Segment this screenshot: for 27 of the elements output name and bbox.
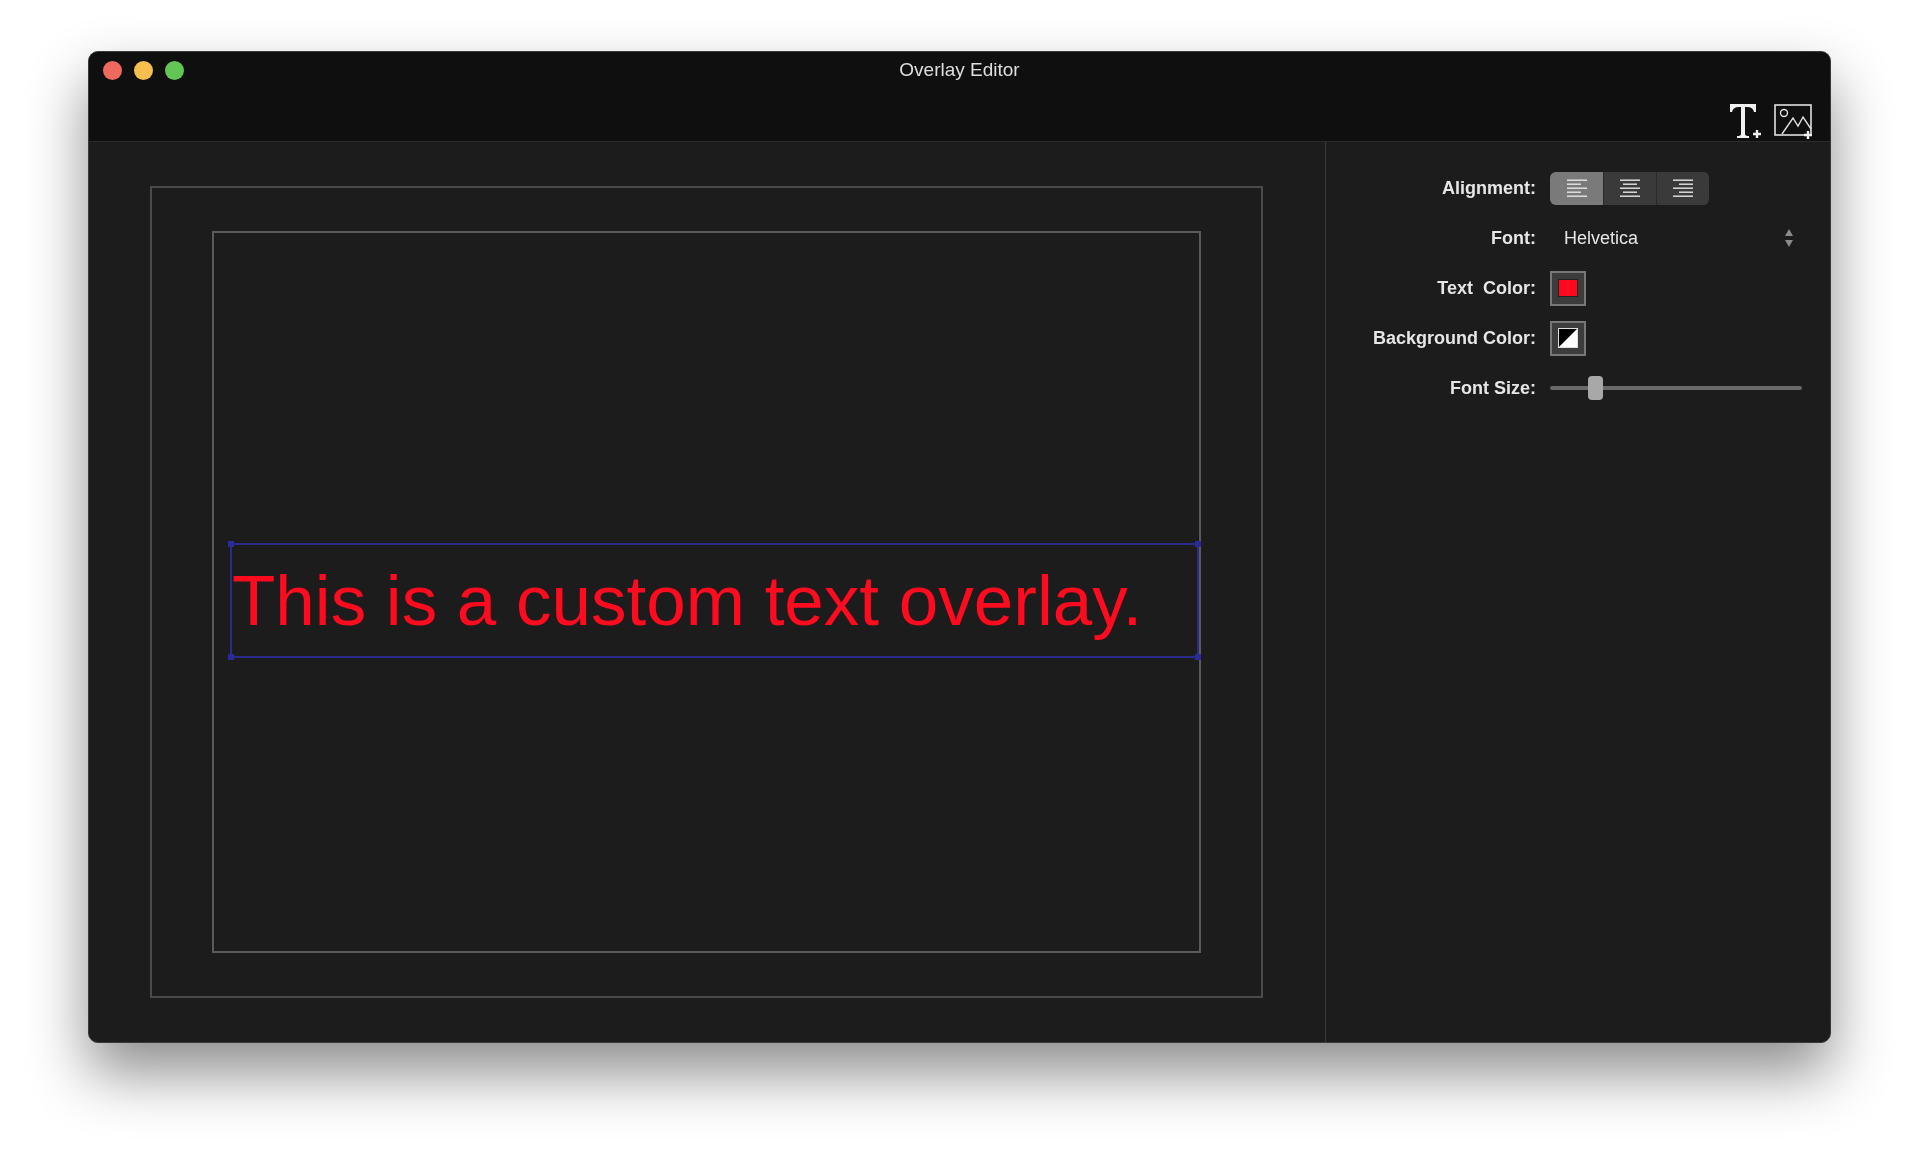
alignment-label: Alignment: [1441, 176, 1536, 200]
text-color-label: Text Color: [1436, 276, 1536, 300]
font-size-label: Font Size: [1449, 376, 1536, 400]
font-size-slider[interactable] [1550, 376, 1802, 400]
resize-handle[interactable] [228, 541, 234, 547]
close-button[interactable] [103, 60, 122, 80]
split-swatch-icon [1558, 328, 1578, 348]
font-popup-button[interactable]: Helvetica [1550, 223, 1798, 253]
alignment-segment[interactable] [1550, 171, 1603, 205]
updown-arrows-icon [1784, 228, 1794, 248]
align-center-icon [1619, 179, 1641, 197]
background-color-well[interactable] [1550, 320, 1586, 356]
add-image-icon[interactable] [1774, 104, 1814, 140]
zoom-button[interactable] [165, 60, 184, 80]
resize-handle[interactable] [1195, 541, 1201, 547]
background-color-label: Background Color: [1372, 326, 1536, 350]
align-left-icon [1565, 179, 1588, 197]
text-overlay[interactable]: This is a custom text overlay. [230, 543, 1199, 658]
resize-handle[interactable] [1195, 654, 1201, 660]
align-right-icon [1672, 179, 1694, 197]
alignment-segment[interactable] [1656, 171, 1709, 205]
text-color-well[interactable] [1550, 270, 1586, 306]
slider-thumb[interactable] [1588, 376, 1604, 400]
font-label: Font: [1490, 226, 1536, 250]
minimize-button[interactable] [134, 60, 153, 80]
window-title: Overlay Editor [899, 57, 1020, 82]
resize-handle[interactable] [228, 654, 234, 660]
